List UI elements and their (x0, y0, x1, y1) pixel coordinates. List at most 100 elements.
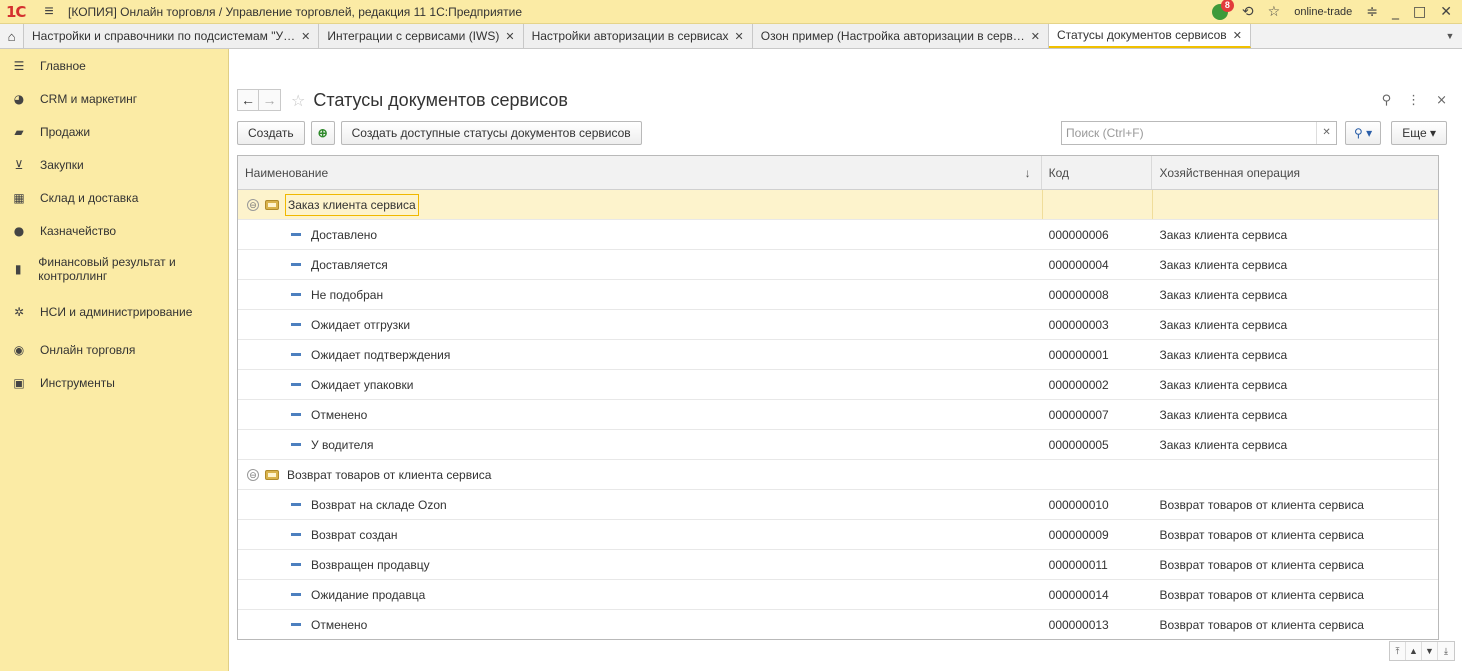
link-icon[interactable]: ⚲ (1382, 93, 1392, 108)
tab-iws-integrations[interactable]: Интеграции с сервисами (IWS) ✕ (319, 24, 524, 48)
name-cell: Отменено (238, 400, 1042, 429)
minimize-icon[interactable]: _ (1392, 4, 1399, 20)
item-name: Возвращен продавцу (311, 557, 430, 572)
tab-label: Настройки и справочники по подсистемам "… (32, 29, 296, 43)
operation-cell: Возврат товаров от клиента сервиса (1159, 497, 1364, 512)
tab-close-icon[interactable]: ✕ (505, 30, 514, 43)
table-row[interactable]: Доставляется 000000004 Заказ клиента серви… (238, 250, 1438, 280)
column-title: Код (1048, 165, 1070, 180)
table-row[interactable]: Возвращен продавцу 000000011 Возврат товар… (238, 550, 1438, 580)
sidebar-item-crm[interactable]: ◕ CRM и маркетинг (0, 82, 228, 115)
collapse-toggle-icon[interactable]: ⊖ (247, 468, 259, 481)
column-header-name[interactable]: Наименование ↓ (238, 156, 1042, 189)
table-row[interactable]: Возврат на складе Ozon 000000010 Возврат т… (238, 490, 1438, 520)
history-icon[interactable]: ⟲ (1242, 4, 1254, 20)
close-icon[interactable]: × (1436, 93, 1447, 108)
code-cell: 000000010 (1048, 497, 1109, 512)
name-cell: Доставляется (238, 250, 1042, 279)
bar-chart-icon: ▮ (14, 261, 22, 276)
group-row[interactable]: ⊖ Возврат товаров от клиента сервиса (238, 460, 1438, 490)
more-label: Еще (1402, 126, 1427, 140)
maximize-icon[interactable]: □ (1413, 4, 1426, 20)
favorite-star-icon[interactable]: ☆ (291, 91, 305, 110)
tab-close-icon[interactable]: ✕ (301, 30, 310, 43)
sidebar-item-finance[interactable]: ▮ Финансовый результат и контроллинг (0, 247, 228, 290)
operation-cell: Заказ клиента сервиса (1159, 407, 1288, 422)
sidebar-item-warehouse[interactable]: ▦ Склад и доставка (0, 181, 228, 214)
tab-subsystem-settings[interactable]: Настройки и справочники по подсистемам "… (24, 24, 320, 48)
item-name: Ожидает отгрузки (311, 317, 411, 332)
name-cell: Доставлено (238, 220, 1042, 249)
sidebar-item-online-trade[interactable]: ◉ Онлайн торговля (0, 333, 228, 366)
column-header-code[interactable]: Код (1042, 156, 1153, 189)
operation-cell: Заказ клиента сервиса (1159, 287, 1288, 302)
tab-close-icon[interactable]: ✕ (735, 30, 744, 43)
table-row[interactable]: Ожидает упаковки 000000002 Заказ клиента с… (238, 370, 1438, 400)
table-row[interactable]: Ожидает подтверждения 000000001 Заказ клие… (238, 340, 1438, 370)
collapse-toggle-icon[interactable]: ⊖ (247, 198, 259, 211)
sidebar-item-admin[interactable]: ✲ НСИ и администрирование (0, 290, 228, 333)
sidebar-item-label: CRM и маркетинг (40, 91, 138, 106)
search-input[interactable] (1062, 126, 1317, 140)
column-header-operation[interactable]: Хозяйственная операция (1152, 156, 1438, 189)
home-icon[interactable]: ⌂ (0, 24, 24, 48)
scroll-up-icon[interactable]: ▲ (1406, 642, 1422, 660)
form-header: ← → ☆ Статусы документов сервисов ⚲ ⋮ × (237, 85, 1447, 115)
group-name-cell: ⊖ Заказ клиента сервиса (238, 190, 1042, 219)
tab-ozon-example[interactable]: Озон пример (Настройка авторизации в сер… (752, 24, 1049, 48)
operation-cell: Заказ клиента сервиса (1159, 257, 1288, 272)
title-bar: 1С ≡ [КОПИЯ] Онлайн торговля / Управлени… (0, 0, 1462, 24)
sidebar-item-label: Инструменты (40, 375, 115, 390)
tab-close-icon[interactable]: ✕ (1031, 30, 1040, 43)
more-actions-icon[interactable]: ⋮ (1407, 93, 1420, 108)
table-row[interactable]: У водителя 000000005 Заказ клиента сервиса (238, 430, 1438, 460)
table-row[interactable]: Возврат создан 000000009 Возврат товаров о… (238, 520, 1438, 550)
scroll-bottom-icon[interactable]: ⤓ (1438, 642, 1454, 660)
globe-icon: ◉ (13, 342, 25, 357)
table-row[interactable]: Ожидание продавца 000000014 Возврат товаро… (238, 580, 1438, 610)
table-row[interactable]: Ожидает отгрузки 000000003 Заказ клиента с… (238, 310, 1438, 340)
sidebar-item-main[interactable]: ☰ Главное (0, 49, 228, 82)
notifications-icon[interactable]: 8 (1211, 0, 1234, 20)
code-cell: 000000009 (1048, 527, 1109, 542)
group-label: Заказ клиента сервиса (285, 193, 419, 216)
user-name[interactable]: online-trade (1294, 6, 1352, 18)
scroll-top-icon[interactable]: ⤒ (1390, 642, 1406, 660)
favorites-star-icon[interactable]: ☆ (1268, 4, 1281, 20)
group-row[interactable]: ⊖ Заказ клиента сервиса (238, 190, 1438, 220)
sidebar-item-treasury[interactable]: ● Казначейство (0, 214, 228, 247)
operation-cell: Возврат товаров от клиента сервиса (1159, 617, 1364, 632)
code-cell: 000000003 (1048, 317, 1109, 332)
forward-arrow-icon[interactable]: → (259, 89, 281, 111)
back-arrow-icon[interactable]: ← (237, 89, 259, 111)
scroll-down-icon[interactable]: ▼ (1422, 642, 1438, 660)
name-cell: Отменено (238, 610, 1042, 639)
sidebar-item-sales[interactable]: ▰ Продажи (0, 115, 228, 148)
create-available-statuses-button[interactable]: Создать доступные статусы документов сер… (340, 121, 642, 145)
clear-search-icon[interactable]: ✕ (1316, 122, 1336, 144)
tab-auth-settings[interactable]: Настройки авторизации в сервисах ✕ (523, 24, 753, 48)
create-button[interactable]: Создать (237, 121, 305, 145)
folder-icon (265, 199, 279, 210)
chevron-down-icon[interactable]: ▼ (1438, 24, 1462, 48)
sidebar-item-label: НСИ и администрирование (40, 304, 193, 319)
close-window-icon[interactable]: ✕ (1440, 4, 1452, 20)
search-button[interactable]: ⚲ ▾ (1345, 121, 1382, 145)
tab-label: Настройки авторизации в сервисах (531, 29, 729, 43)
more-button[interactable]: Еще ▾ (1391, 121, 1447, 145)
main-menu-icon[interactable]: ≡ (38, 3, 60, 21)
code-cell: 000000001 (1048, 347, 1109, 362)
create-group-icon[interactable]: ⊕ (310, 121, 335, 145)
table-row[interactable]: Отменено 000000007 Заказ клиента сервиса (238, 400, 1438, 430)
open-windows-tabs: ⌂ Настройки и справочники по подсистемам… (0, 24, 1462, 49)
table-row[interactable]: Отменено 000000013 Возврат товаров от клие… (238, 610, 1438, 639)
sidebar-item-purchases[interactable]: ⊻ Закупки (0, 148, 228, 181)
settings-menu-icon[interactable]: ≑ (1366, 4, 1378, 20)
table-row[interactable]: Доставлено 000000006 Заказ клиента сервиса (238, 220, 1438, 250)
table-row[interactable]: Не подобран 000000008 Заказ клиента сервис… (238, 280, 1438, 310)
tab-service-doc-statuses[interactable]: Статусы документов сервисов ✕ (1048, 24, 1251, 48)
sidebar-item-tools[interactable]: ▣ Инструменты (0, 366, 228, 399)
operation-cell: Заказ клиента сервиса (1159, 437, 1288, 452)
tab-close-icon[interactable]: ✕ (1233, 29, 1242, 42)
name-cell: Не подобран (238, 280, 1042, 309)
